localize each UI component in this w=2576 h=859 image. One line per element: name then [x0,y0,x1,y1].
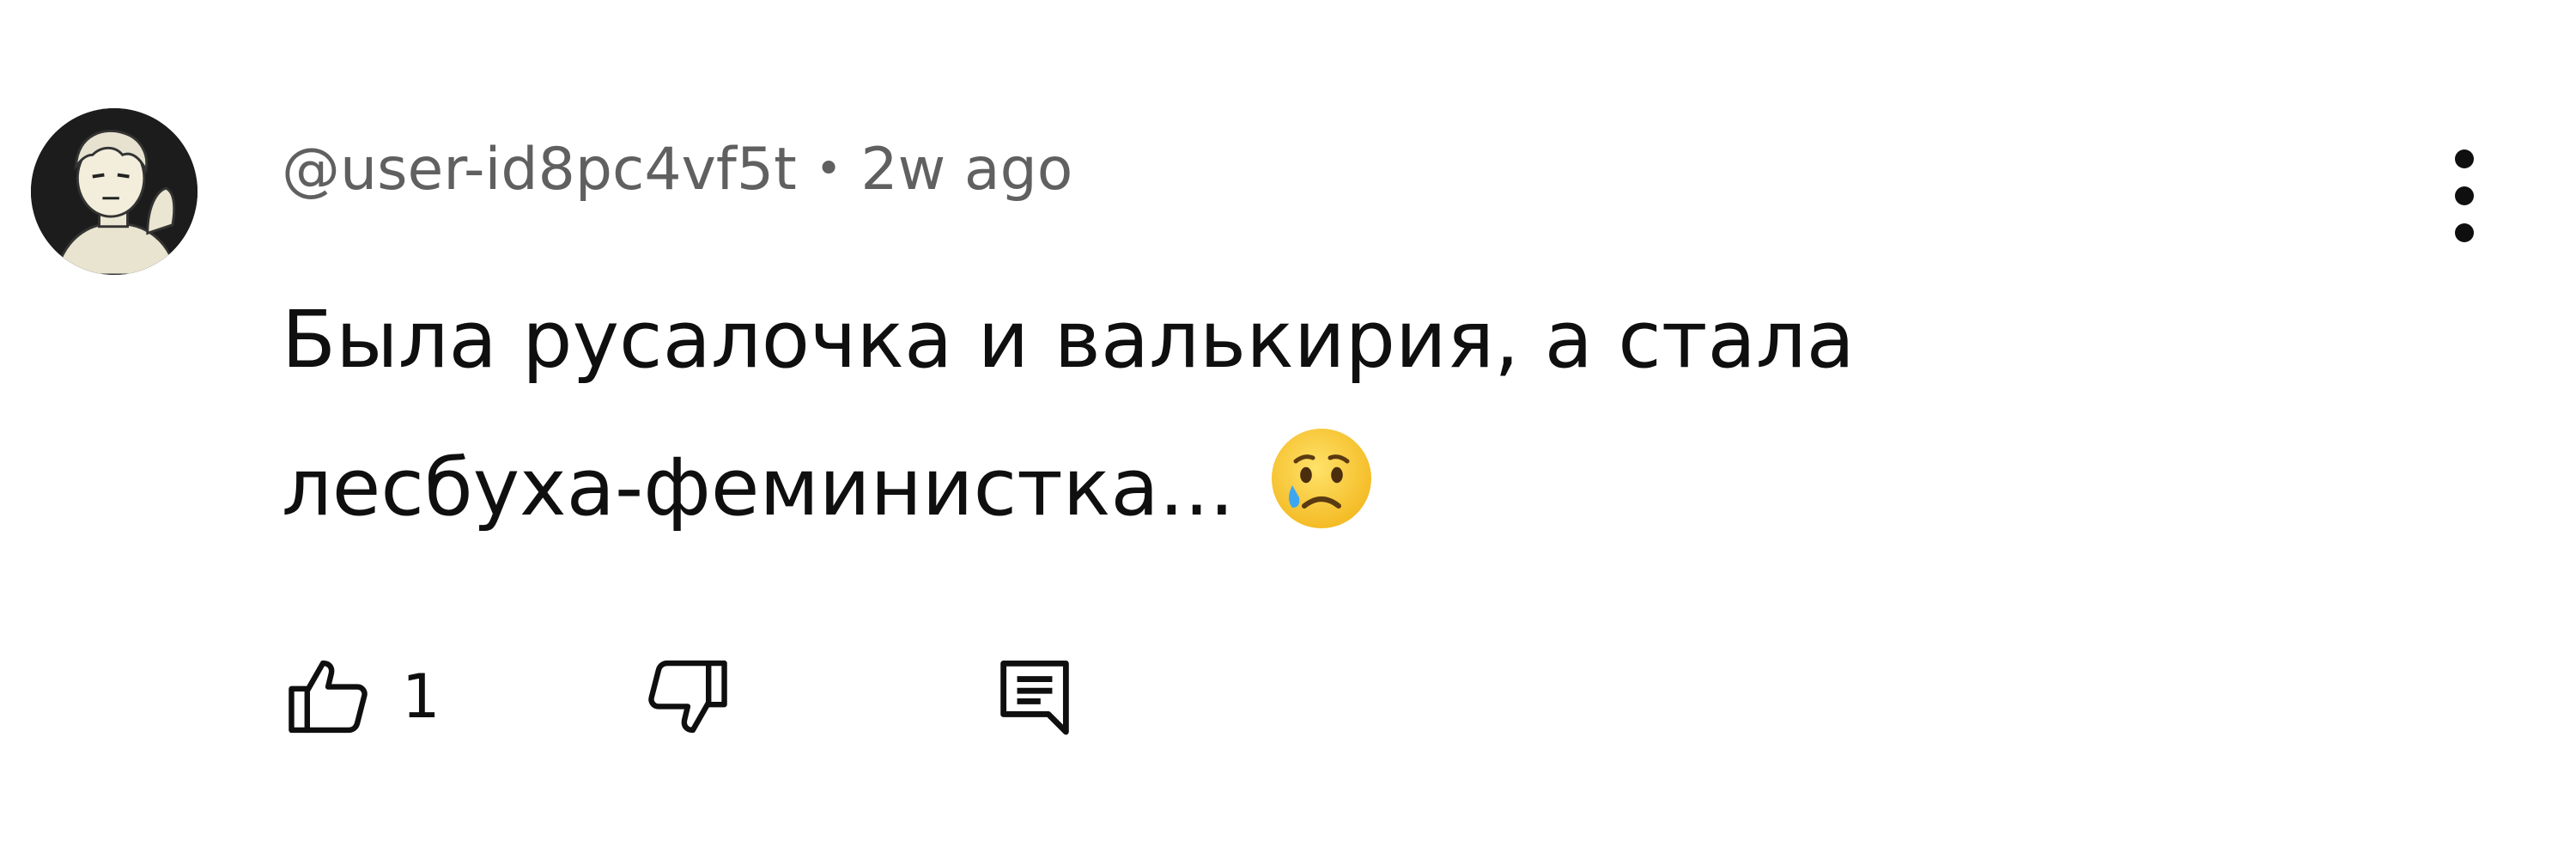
author-name[interactable]: @user-id8pc4vf5t [282,136,797,204]
reply-button[interactable] [992,649,1078,744]
dislike-button[interactable] [640,649,734,744]
more-vertical-icon [2455,149,2474,168]
comment-text: Была русалочка и валькирия, а стала лесб… [282,266,2257,562]
separator-dot: • [815,143,842,195]
avatar[interactable] [31,108,197,275]
comment-item: @user-id8pc4vf5t • 2w ago Была русалочка… [0,0,2576,859]
thumb-down-icon [640,649,734,744]
comment-timestamp[interactable]: 2w ago [860,136,1072,204]
like-count: 1 [402,661,440,732]
crying-face-emoji [1267,423,1376,533]
avatar-image [31,108,197,275]
comment-header: @user-id8pc4vf5t • 2w ago [282,131,1072,208]
like-button[interactable]: 1 [282,649,440,744]
more-vertical-icon-dot [2455,223,2474,242]
comment-text-line-2: лесбуха-феминистка... [282,442,1235,533]
more-vertical-icon-dot [2455,186,2474,205]
comment-actions: 1 [282,649,1078,744]
reply-comment-icon [992,649,1078,744]
comment-text-line-1: Была русалочка и валькирия, а стала [282,294,1856,386]
thumb-up-icon [282,649,376,744]
more-options-button[interactable] [2439,144,2490,247]
